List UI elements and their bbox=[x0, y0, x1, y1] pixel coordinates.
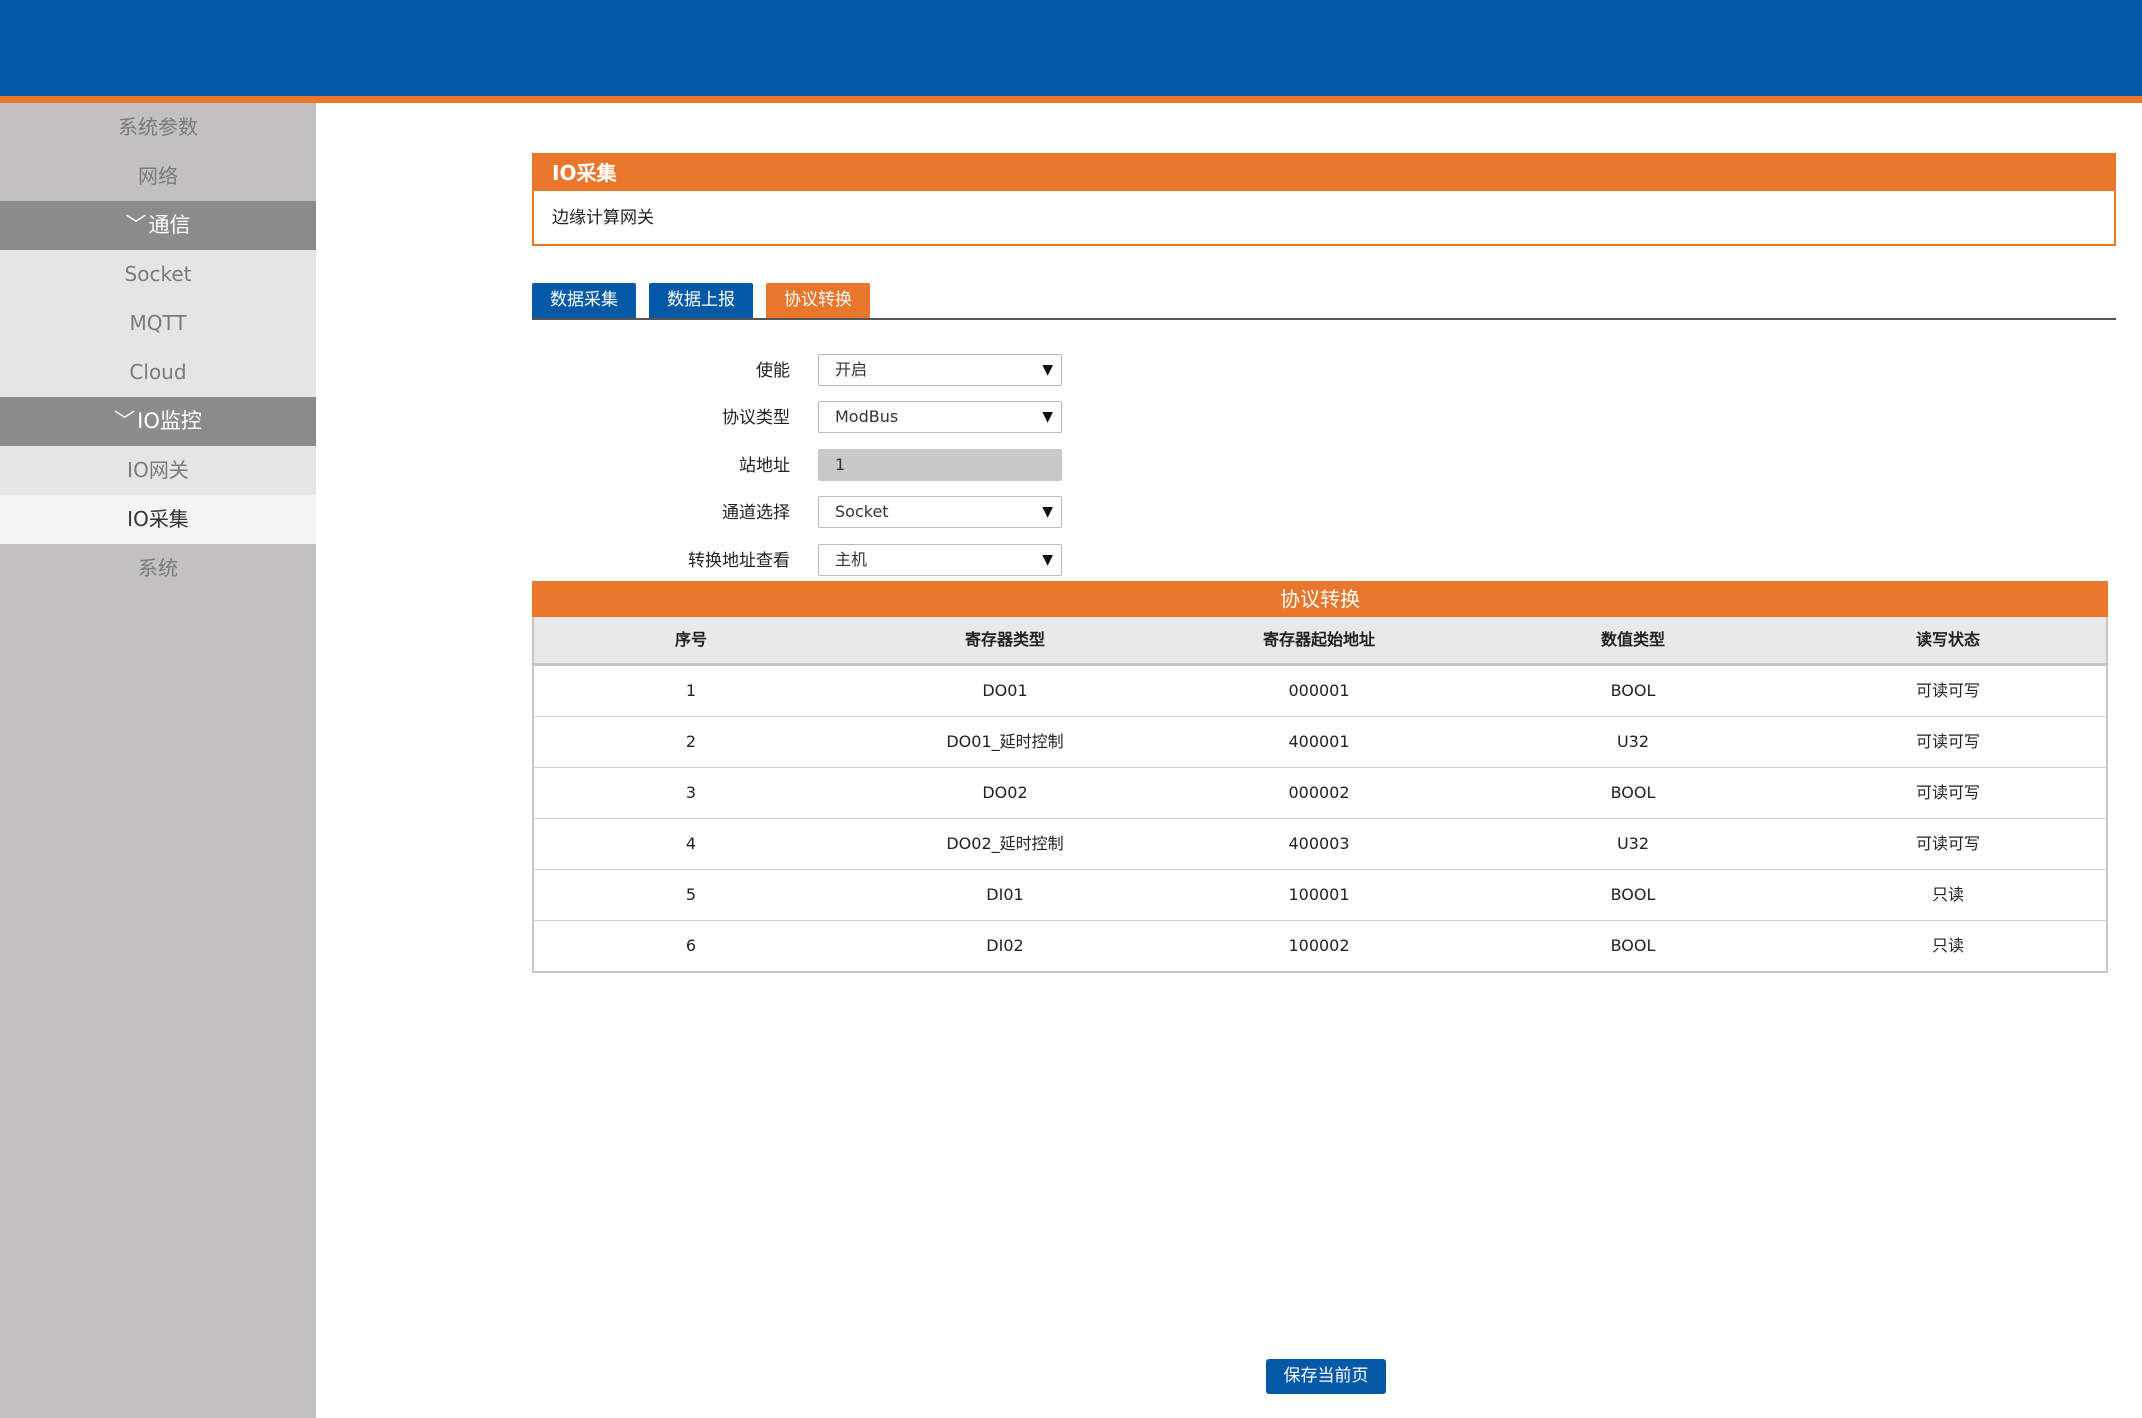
chevron-down-icon: ▼ bbox=[1042, 409, 1053, 425]
protocol-convert-grid: 协议转换 序号 寄存器类型 寄存器起始地址 数值类型 读写状态 1 DO01 0… bbox=[532, 581, 2108, 973]
cell-rw-status: 可读可写 bbox=[1915, 681, 1980, 700]
cell-rw-status: 可读可写 bbox=[1915, 834, 1980, 853]
sidebar-item-socket[interactable]: Socket bbox=[0, 250, 316, 299]
sidebar: 系统参数 网络 ﹀通信 Socket MQTT Cloud ﹀IO监控 IO网关… bbox=[0, 103, 316, 1418]
main-content: IO采集 边缘计算网关 数据采集 数据上报 协议转换 使能 开启 ▼ 协议类型 M… bbox=[316, 103, 2142, 1418]
column-header: 寄存器起始地址 bbox=[1262, 630, 1375, 649]
cell-index: 5 bbox=[685, 885, 697, 904]
save-page-button[interactable]: 保存当前页 bbox=[1266, 1359, 1386, 1394]
page-subtitle: 边缘计算网关 bbox=[552, 208, 654, 228]
cell-start-address: 000001 bbox=[1288, 681, 1350, 700]
address-view-label: 转换地址查看 bbox=[688, 551, 790, 571]
chevron-down-icon: ▼ bbox=[1042, 362, 1053, 378]
form-row-channel: 通道选择 Socket ▼ bbox=[532, 496, 1132, 530]
enable-select[interactable]: 开启 ▼ bbox=[818, 354, 1062, 386]
sidebar-group-communication[interactable]: ﹀通信 bbox=[0, 201, 316, 250]
protocol-select[interactable]: ModBus ▼ bbox=[818, 401, 1062, 433]
protocol-label: 协议类型 bbox=[722, 408, 790, 428]
sidebar-item-system-params[interactable]: 系统参数 bbox=[0, 103, 316, 152]
form-row-address-view: 转换地址查看 主机 ▼ bbox=[532, 544, 1132, 578]
cell-register-type: DO01 bbox=[982, 681, 1028, 700]
cell-value-type: U32 bbox=[1616, 732, 1650, 751]
cell-start-address: 400003 bbox=[1288, 834, 1350, 853]
cell-index: 4 bbox=[685, 834, 697, 853]
page-header-panel: IO采集 边缘计算网关 bbox=[532, 153, 2116, 246]
sidebar-item-cloud[interactable]: Cloud bbox=[0, 348, 316, 397]
chevron-down-icon: ▼ bbox=[1042, 552, 1053, 568]
tab-data-report[interactable]: 数据上报 bbox=[649, 283, 753, 318]
cell-index: 3 bbox=[685, 783, 697, 802]
channel-select[interactable]: Socket ▼ bbox=[818, 496, 1062, 528]
tab-data-collect[interactable]: 数据采集 bbox=[532, 283, 636, 318]
sidebar-group-io-monitor[interactable]: ﹀IO监控 bbox=[0, 397, 316, 446]
cell-rw-status: 可读可写 bbox=[1915, 732, 1980, 751]
chevron-down-icon: ﹀ bbox=[114, 409, 136, 433]
cell-register-type: DI02 bbox=[986, 936, 1024, 955]
grid-header-row: 序号 寄存器类型 寄存器起始地址 数值类型 读写状态 bbox=[534, 617, 2106, 666]
cell-value-type: BOOL bbox=[1610, 885, 1656, 904]
table-row: 4 DO02_延时控制 400003 U32 可读可写 bbox=[534, 819, 2106, 870]
station-address-input[interactable]: 1 bbox=[818, 449, 1062, 481]
grid-table: 序号 寄存器类型 寄存器起始地址 数值类型 读写状态 1 DO01 000001… bbox=[532, 617, 2108, 973]
column-header: 读写状态 bbox=[1915, 630, 1980, 649]
address-view-select[interactable]: 主机 ▼ bbox=[818, 544, 1062, 576]
cell-start-address: 000002 bbox=[1288, 783, 1350, 802]
cell-value-type: BOOL bbox=[1610, 936, 1656, 955]
column-header: 寄存器类型 bbox=[964, 630, 1045, 649]
table-row: 1 DO01 000001 BOOL 可读可写 bbox=[534, 666, 2106, 717]
cell-start-address: 400001 bbox=[1288, 732, 1350, 751]
cell-value-type: BOOL bbox=[1610, 681, 1656, 700]
table-row: 3 DO02 000002 BOOL 可读可写 bbox=[534, 768, 2106, 819]
form-row-station: 站地址 1 bbox=[532, 449, 1132, 483]
cell-register-type: DO02_延时控制 bbox=[946, 834, 1064, 853]
chevron-down-icon: ▼ bbox=[1042, 504, 1053, 520]
tab-protocol-convert[interactable]: 协议转换 bbox=[766, 283, 870, 318]
sidebar-item-mqtt[interactable]: MQTT bbox=[0, 299, 316, 348]
enable-label: 使能 bbox=[756, 361, 790, 381]
chevron-down-icon: ﹀ bbox=[125, 213, 147, 237]
page-title: IO采集 bbox=[534, 155, 2114, 191]
cell-register-type: DO02 bbox=[982, 783, 1028, 802]
table-row: 2 DO01_延时控制 400001 U32 可读可写 bbox=[534, 717, 2106, 768]
tab-bar: 数据采集 数据上报 协议转换 bbox=[532, 283, 2116, 320]
sidebar-item-io-gateway[interactable]: IO网关 bbox=[0, 446, 316, 495]
cell-value-type: BOOL bbox=[1610, 783, 1656, 802]
station-label: 站地址 bbox=[739, 456, 790, 476]
sidebar-item-system[interactable]: 系统 bbox=[0, 544, 316, 593]
form-row-protocol: 协议类型 ModBus ▼ bbox=[532, 401, 1132, 435]
column-header: 序号 bbox=[674, 630, 707, 649]
cell-rw-status: 可读可写 bbox=[1915, 783, 1980, 802]
cell-index: 6 bbox=[685, 936, 697, 955]
cell-rw-status: 只读 bbox=[1931, 885, 1964, 904]
cell-start-address: 100001 bbox=[1288, 885, 1350, 904]
cell-index: 1 bbox=[685, 681, 697, 700]
cell-value-type: U32 bbox=[1616, 834, 1650, 853]
cell-start-address: 100002 bbox=[1288, 936, 1350, 955]
channel-label: 通道选择 bbox=[722, 503, 790, 523]
form-row-enable: 使能 开启 ▼ bbox=[532, 354, 1132, 388]
grid-title: 协议转换 bbox=[532, 581, 2108, 617]
column-header: 数值类型 bbox=[1600, 630, 1665, 649]
cell-register-type: DO01_延时控制 bbox=[946, 732, 1064, 751]
cell-register-type: DI01 bbox=[986, 885, 1024, 904]
header-accent-stripe bbox=[0, 96, 2142, 103]
sidebar-item-io-collect[interactable]: IO采集 bbox=[0, 495, 316, 544]
table-row: 6 DI02 100002 BOOL 只读 bbox=[534, 921, 2106, 971]
sidebar-item-network[interactable]: 网络 bbox=[0, 152, 316, 201]
cell-rw-status: 只读 bbox=[1931, 936, 1964, 955]
top-header bbox=[0, 0, 2142, 96]
cell-index: 2 bbox=[685, 732, 697, 751]
table-row: 5 DI01 100001 BOOL 只读 bbox=[534, 870, 2106, 921]
